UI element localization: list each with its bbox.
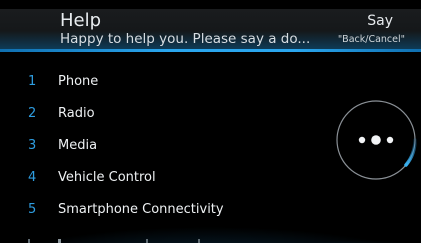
menu-item-media[interactable]: 3 Media: [0, 129, 330, 161]
menu-item-number: 5: [28, 201, 37, 217]
menu-item-number: 1: [28, 73, 37, 89]
menu-item-vehicle-control[interactable]: 4 Vehicle Control: [0, 161, 330, 193]
menu-item-label: Phone: [58, 73, 99, 89]
menu-item-number: 4: [28, 169, 37, 185]
menu-item-number: 2: [28, 105, 37, 121]
menu-item-label: Radio: [58, 105, 95, 121]
menu-item-phone[interactable]: 1 Phone: [0, 65, 330, 97]
bottom-indicator-strip: [28, 239, 200, 243]
page-subtitle: Happy to help you. Please say a do...: [60, 31, 311, 47]
menu-item-label: Smartphone Connectivity: [58, 201, 224, 217]
listening-dots-icon[interactable]: [334, 98, 418, 182]
say-label: Say: [367, 13, 393, 29]
page-title: Help: [60, 10, 102, 31]
voice-help-screen: Help Happy to help you. Please say a do.…: [0, 0, 421, 243]
menu-item-label: Media: [58, 137, 98, 153]
menu-item-label: Vehicle Control: [58, 169, 156, 185]
menu-item-smartphone-connectivity[interactable]: 5 Smartphone Connectivity: [0, 193, 330, 225]
menu-item-radio[interactable]: 2 Radio: [0, 97, 330, 129]
menu-item-number: 3: [28, 137, 37, 153]
say-command-hint: "Back/Cancel": [337, 34, 405, 45]
help-menu-list: 1 Phone 2 Radio 3 Media 4 Vehicle Contro…: [0, 65, 330, 225]
